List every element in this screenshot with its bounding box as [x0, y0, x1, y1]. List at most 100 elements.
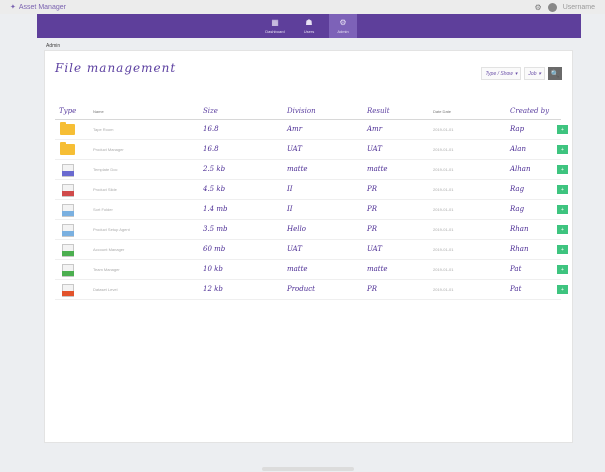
- file-name: Team Manager: [93, 267, 120, 272]
- nav-tab-users[interactable]: ☗ Users: [295, 14, 323, 38]
- file-name: Product Manager: [93, 147, 124, 152]
- file-division: Hello: [287, 225, 306, 233]
- document-icon: [62, 224, 74, 237]
- document-icon: [62, 164, 74, 177]
- file-name: Dataset Level: [93, 287, 118, 292]
- file-result: PR: [367, 205, 377, 213]
- brand[interactable]: ✦ Asset Manager: [10, 3, 66, 12]
- table-row[interactable]: Product Manager 16.8 UAT UAT 2019-01-01 Alan +: [55, 140, 568, 160]
- nav-tab-dashboard[interactable]: ▦ Dashboard: [261, 14, 289, 38]
- type-filter-label: Type / Show: [485, 70, 513, 77]
- row-action-button[interactable]: +: [557, 165, 568, 174]
- row-action-button[interactable]: +: [557, 185, 568, 194]
- file-division: matte: [287, 165, 308, 173]
- row-action-button[interactable]: +: [557, 125, 568, 134]
- table-row[interactable]: Tape Room 16.8 Amr Amr 2019-01-01 Rap +: [55, 120, 568, 140]
- row-action-button[interactable]: +: [557, 145, 568, 154]
- file-created-by: Pat: [510, 265, 522, 273]
- file-date: 2019-01-01: [433, 207, 454, 212]
- file-division: UAT: [287, 145, 303, 153]
- sort-select[interactable]: Job ▾: [524, 67, 545, 80]
- table-row[interactable]: Product Setup Agent 3.5 mb Hello PR 2019-01-…: [55, 220, 568, 240]
- table-row[interactable]: Sort Folder 1.4 mb II PR 2019-01-01 Rag +: [55, 200, 568, 220]
- file-created-by: Rhan: [510, 245, 529, 253]
- table-row[interactable]: Product Slide 4.5 kb II PR 2019-01-01 Rag +: [55, 180, 568, 200]
- file-division: II: [287, 185, 293, 193]
- file-size: 4.5 kb: [203, 185, 226, 193]
- file-date: 2019-01-01: [433, 227, 454, 232]
- file-division: UAT: [287, 245, 303, 253]
- sort-label: Job: [528, 70, 537, 77]
- column-name[interactable]: Name: [93, 109, 104, 114]
- user-menu[interactable]: ⚙ Username: [535, 2, 595, 12]
- file-size: 3.5 mb: [203, 225, 228, 233]
- user-name: Username: [562, 3, 595, 11]
- type-filter-select[interactable]: Type / Show ▾: [481, 67, 522, 80]
- row-action-button[interactable]: +: [557, 205, 568, 214]
- file-created-by: Rap: [510, 125, 525, 133]
- file-name: Account Manager: [93, 247, 125, 252]
- file-name: Sort Folder: [93, 207, 113, 212]
- file-table-body: Tape Room 16.8 Amr Amr 2019-01-01 Rap + Product…: [55, 120, 568, 300]
- table-row[interactable]: Team Manager 10 kb matte matte 2019-01-01 Pat…: [55, 260, 568, 280]
- file-date: 2019-01-01: [433, 267, 454, 272]
- file-size: 1.4 mb: [203, 205, 228, 213]
- row-action-button[interactable]: +: [557, 265, 568, 274]
- document-icon: [62, 264, 74, 277]
- dashboard-icon: ▦: [271, 17, 279, 27]
- folder-icon: [60, 122, 75, 135]
- file-size: 10 kb: [203, 265, 223, 273]
- column-type[interactable]: Type: [59, 107, 76, 115]
- table-row[interactable]: Dataset Level 12 kb Product PR 2019-01-01 Pat…: [55, 280, 568, 300]
- file-result: PR: [367, 225, 377, 233]
- row-action-button[interactable]: +: [557, 225, 568, 234]
- breadcrumb[interactable]: Admin: [46, 43, 60, 49]
- brand-name: Asset Manager: [18, 3, 66, 11]
- file-size: 12 kb: [203, 285, 223, 293]
- scroll-indicator[interactable]: [262, 467, 354, 471]
- file-manager-card: File management Type / Show ▾ Job ▾ 🔍 Ty…: [44, 50, 573, 443]
- row-action-button[interactable]: +: [557, 245, 568, 254]
- column-created-by[interactable]: Created by: [510, 107, 549, 115]
- file-date: 2019-01-01: [433, 147, 454, 152]
- file-division: II: [287, 205, 293, 213]
- file-division: Product: [287, 285, 315, 293]
- file-created-by: Rag: [510, 205, 525, 213]
- users-icon: ☗: [305, 17, 313, 27]
- column-size[interactable]: Size: [203, 107, 218, 115]
- chevron-down-icon: ▾: [514, 70, 518, 77]
- file-date: 2019-01-01: [433, 127, 454, 132]
- file-result: Amr: [367, 125, 383, 133]
- filter-bar: Type / Show ▾ Job ▾ 🔍: [481, 67, 562, 80]
- document-icon: [62, 284, 74, 297]
- file-created-by: Alhan: [510, 165, 531, 173]
- row-action-button[interactable]: +: [557, 285, 568, 294]
- nav-tab-label: Dashboard: [265, 28, 285, 34]
- file-created-by: Alan: [510, 145, 526, 153]
- document-icon: [62, 184, 74, 197]
- column-result[interactable]: Result: [367, 107, 390, 115]
- file-result: matte: [367, 165, 388, 173]
- file-date: 2019-01-01: [433, 167, 454, 172]
- column-division[interactable]: Division: [287, 107, 316, 115]
- table-row[interactable]: Account Manager 60 mb UAT UAT 2019-01-01 Rhan…: [55, 240, 568, 260]
- file-division: Amr: [287, 125, 303, 133]
- file-result: PR: [367, 185, 377, 193]
- file-date: 2019-01-01: [433, 287, 454, 292]
- file-result: UAT: [367, 145, 383, 153]
- table-header: Type Name Size Division Result Date Date…: [55, 105, 561, 120]
- nav-tab-admin[interactable]: ⚙ Admin: [329, 14, 357, 38]
- file-size: 60 mb: [203, 245, 226, 253]
- avatar[interactable]: [547, 2, 557, 12]
- search-button[interactable]: 🔍: [548, 67, 562, 80]
- document-icon: [62, 204, 74, 217]
- file-created-by: Pat: [510, 285, 522, 293]
- settings-icon[interactable]: ⚙: [535, 3, 542, 12]
- file-created-by: Rhan: [510, 225, 529, 233]
- column-date[interactable]: Date Date: [433, 109, 451, 114]
- chevron-down-icon: ▾: [538, 70, 541, 77]
- table-row[interactable]: Template Doc 2.5 kb matte matte 2019-01-01 Al…: [55, 160, 568, 180]
- top-bar: ✦ Asset Manager ⚙ Username: [0, 0, 605, 14]
- file-name: Product Setup Agent: [93, 227, 130, 232]
- nav-tab-label: Users: [303, 28, 315, 34]
